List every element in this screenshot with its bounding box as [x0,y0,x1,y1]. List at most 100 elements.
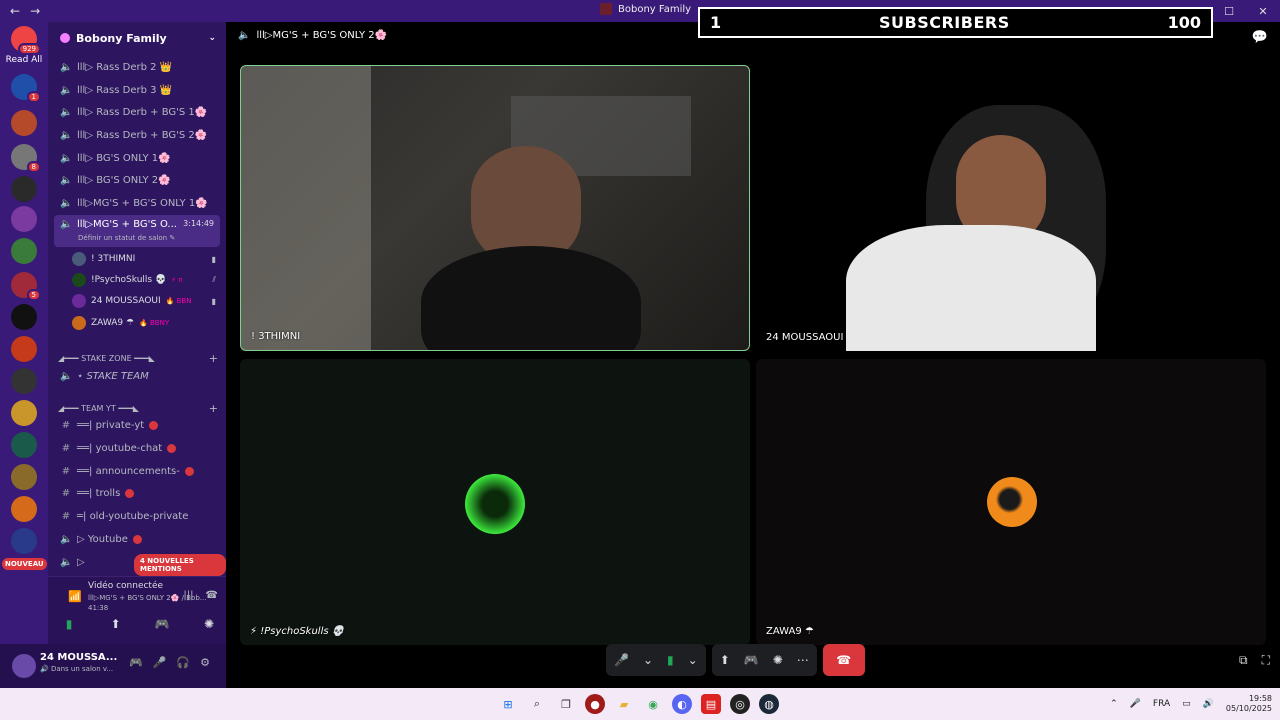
back-arrow-icon[interactable]: ← [10,4,20,18]
server-icon[interactable]: 5 [11,272,41,301]
headphones-icon[interactable]: 🎧 [176,656,190,669]
voice-channel[interactable]: 🔈 ⋆ STAKE TEAM [54,366,220,386]
fullscreen-icon[interactable]: ⛶ [1262,653,1270,668]
avatar[interactable] [12,654,36,678]
chat-icon[interactable]: 💬 [1252,30,1268,45]
participant-body [846,225,1096,351]
microphone-icon[interactable]: 🎤 [1130,699,1141,709]
search-icon[interactable]: ⌕ [527,694,547,714]
gear-icon[interactable]: ⚙ [200,656,210,669]
screen-share-button[interactable]: ⬆ [720,653,730,667]
chevron-down-icon[interactable]: ⌄ [688,653,698,667]
voice-channel[interactable]: 🔈 lll▷MG'S + BG'S ONLY 1🌸 [54,193,220,213]
language-indicator[interactable]: FRA [1153,699,1170,709]
clock[interactable]: 19:58 05/10/2025 [1226,694,1272,714]
channel-label: ══| trolls [77,487,121,499]
voice-channel[interactable]: 🔈 ▷ Youtube [54,529,220,549]
guild-header[interactable]: Bobony Family ⌄ [48,22,226,54]
channel-status-link[interactable]: Définir un statut de salon ✎ [78,234,175,242]
channel-label: lll▷MG'S + BG'S ONLY 1🌸 [77,197,208,209]
category-team-yt[interactable]: ◢━━━ TEAM YT ━━━◣ + [58,402,218,415]
active-voice-channel[interactable]: 🔈 lll▷MG'S + BG'S O... 3:14:49 Définir u… [54,215,220,247]
server-icon[interactable] [11,238,37,264]
obs-icon[interactable]: ◎ [730,694,750,714]
folder-icon[interactable]: ▰ [614,694,634,714]
voice-user[interactable]: ! 3THIMNI ▮ [72,249,222,269]
channel-label: lll▷ Rass Derb 2 👑 [77,61,173,73]
server-icon[interactable] [11,400,37,426]
volume-icon[interactable]: 🔊 [1203,699,1214,709]
voice-channel[interactable]: 🔈 lll▷ Rass Derb 2 👑 [54,57,220,77]
server-icon[interactable]: 8 [11,144,41,173]
server-icon[interactable] [11,464,37,490]
text-channel[interactable]: # ══| youtube-chat [54,438,220,458]
add-channel-icon[interactable]: + [209,352,218,365]
close-button[interactable]: ✕ [1246,0,1280,22]
network-icon[interactable]: ▭ [1182,699,1191,709]
chevron-up-icon[interactable]: ⌃ [1110,699,1118,709]
server-icon[interactable] [11,432,37,458]
tile-name: ! 3THIMNI [251,331,301,342]
video-tile[interactable]: ! 3THIMNI [240,65,750,351]
server-icon[interactable] [11,528,37,554]
server-icon[interactable] [11,304,37,330]
soundboard-button[interactable]: ✺ [773,653,783,667]
hang-up-button[interactable]: ☎ [822,644,865,676]
server-icon[interactable] [11,110,37,136]
server-icon[interactable] [11,176,37,202]
app-icon[interactable]: ● [585,694,605,714]
text-channel[interactable]: # ═| old-youtube-private [54,506,220,526]
camera-button[interactable]: ▮ [56,614,82,634]
voice-channel[interactable]: 🔈 lll▷ BG'S ONLY 1🌸 [54,148,220,168]
noise-suppression-icon[interactable]: ||| [183,590,193,601]
text-channel[interactable]: # ══| announcements- [54,461,220,481]
discord-icon[interactable]: ◐ [672,694,692,714]
server-icon[interactable] [11,206,37,232]
category-stake-zone[interactable]: ◢━━━ STAKE ZONE ━━━◣ + [58,352,218,365]
chrome-icon[interactable]: ◉ [643,694,663,714]
user-name[interactable]: 24 MOUSSA... [40,652,117,663]
new-mentions-button[interactable]: 4 NOUVELLES MENTIONS [134,554,226,576]
pop-out-icon[interactable]: ⧉ [1239,653,1248,668]
app-icon[interactable]: ▤ [701,694,721,714]
task-view-icon[interactable]: ❐ [556,694,576,714]
stream-off-icon[interactable]: 🎮 [129,656,143,669]
new-badge[interactable]: NOUVEAU [2,558,47,570]
activity-button[interactable]: 🎮 [744,653,759,667]
windows-start-icon[interactable]: ⊞ [498,694,518,714]
server-ea-icon[interactable]: 1 [11,74,41,103]
server-icon[interactable] [11,368,37,394]
server-icon[interactable] [11,496,37,522]
voice-channel[interactable]: 🔈 lll▷ Rass Derb + BG'S 1🌸 [54,102,220,122]
text-channel[interactable]: # ══| trolls [54,483,220,503]
disconnect-icon[interactable]: ☎ [206,590,218,601]
forward-arrow-icon[interactable]: → [30,4,40,18]
read-all-button[interactable]: Read All [0,55,48,65]
voice-status-title[interactable]: Vidéo connectée [40,581,163,591]
voice-user[interactable]: !PsychoSkulls 💀 ⚡ n ⫽ [72,270,222,290]
voice-channel[interactable]: 🔈 lll▷ Rass Derb 3 👑 [54,80,220,100]
voice-user[interactable]: 24 MOUSSAOUI 🔥 BBN ▮ [72,291,222,311]
orange-avatar [987,477,1037,527]
home-server-icon[interactable]: 929 [11,26,41,55]
voice-channel[interactable]: 🔈 lll▷ BG'S ONLY 2🌸 [54,170,220,190]
screen-share-button[interactable]: ⬆ [103,614,129,634]
category-label: ◢━━━ TEAM YT ━━━◣ [58,404,139,413]
activity-button[interactable]: 🎮 [149,614,175,634]
server-icon[interactable] [11,336,37,362]
microphone-button[interactable]: 🎤 [614,653,629,667]
video-tile[interactable]: 24 MOUSSAOUI [756,65,1266,351]
voice-channel[interactable]: 🔈 lll▷ Rass Derb + BG'S 2🌸 [54,125,220,145]
steam-icon[interactable]: ◍ [759,694,779,714]
text-channel[interactable]: # ══| private-yt [54,415,220,435]
more-icon[interactable]: ⋯ [797,653,809,667]
video-tile[interactable]: ZAWA9 ☂ [756,359,1266,645]
soundboard-button[interactable]: ✺ [196,614,222,634]
microphone-icon[interactable]: 🎤 [153,656,167,669]
camera-button[interactable]: ▮ [667,653,674,667]
chevron-down-icon[interactable]: ⌄ [643,653,653,667]
voice-user[interactable]: ZAWA9 ☂ 🔥 BBNY [72,313,222,333]
video-tile[interactable]: ⚡ !PsychoSkulls 💀 [240,359,750,645]
maximize-button[interactable]: ☐ [1212,0,1246,22]
add-channel-icon[interactable]: + [209,402,218,415]
